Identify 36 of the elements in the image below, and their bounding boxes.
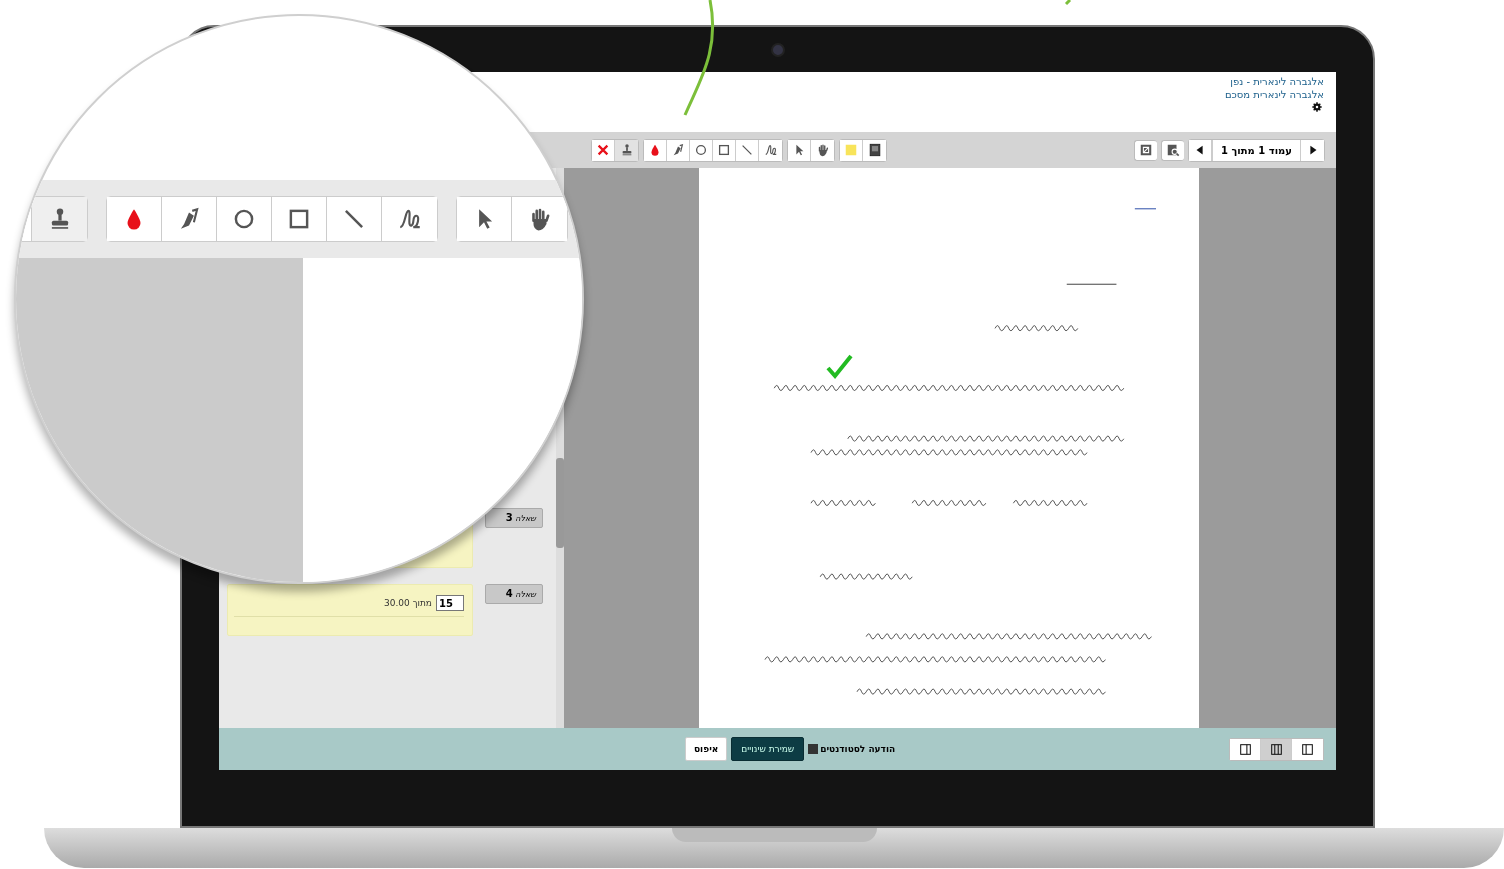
- scrollbar-thumb[interactable]: [556, 458, 564, 548]
- save-button[interactable]: שמירת שינויים: [731, 737, 805, 761]
- pointer-tool-button[interactable]: [457, 197, 512, 241]
- stamp-tool-button[interactable]: [32, 197, 87, 241]
- page-icon: [867, 143, 882, 157]
- reset-button[interactable]: איפוס: [685, 737, 728, 761]
- course-title[interactable]: אלגברה לינארית - נפן: [1230, 76, 1324, 87]
- previous-page-button[interactable]: [1189, 139, 1213, 161]
- fit-icon: [1139, 143, 1154, 157]
- highlighter-icon: [671, 143, 685, 157]
- course-title[interactable]: אלגברה לינארית מסכם: [1224, 89, 1324, 100]
- pointer-tool-button[interactable]: [788, 139, 811, 161]
- layout-button[interactable]: [1261, 738, 1292, 760]
- score-field[interactable]: 15: [436, 595, 464, 611]
- panel-layout-icon: [1270, 743, 1282, 755]
- line-icon: [740, 143, 754, 157]
- fit-page-button[interactable]: [1134, 139, 1158, 161]
- drop-tool-button[interactable]: [644, 139, 667, 161]
- circle-icon: [694, 143, 708, 157]
- panel-layout-icon: [1239, 743, 1251, 755]
- panel-layout-icon: [1302, 743, 1313, 755]
- check-mark-icon: [825, 353, 853, 381]
- camera-dot: [770, 42, 785, 57]
- note-icon: [844, 143, 858, 157]
- stamp-tool-button[interactable]: [615, 139, 638, 161]
- delete-icon: [596, 143, 610, 157]
- zoom-page-button[interactable]: [1161, 139, 1185, 161]
- settings-icon: [1312, 102, 1322, 112]
- zoom-icon: [1166, 143, 1181, 157]
- max-score: מתוך 30.00: [384, 598, 432, 608]
- notify-checkbox[interactable]: [808, 744, 819, 754]
- loops-icon: [763, 143, 778, 157]
- layout-button[interactable]: [1230, 738, 1261, 760]
- drop-tool-button[interactable]: [107, 197, 162, 241]
- square-icon: [717, 143, 731, 157]
- notify-label: הודעה לסטודנטים: [820, 744, 896, 754]
